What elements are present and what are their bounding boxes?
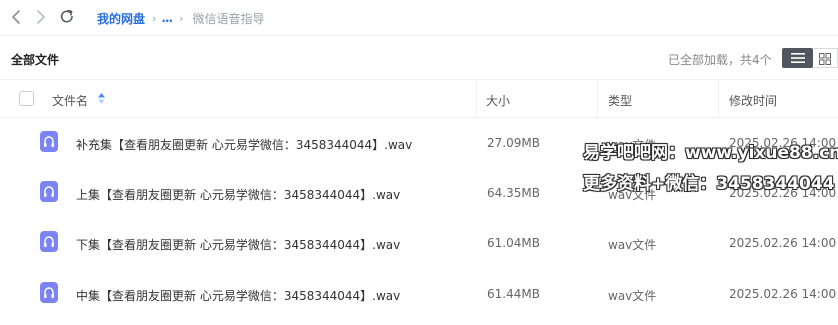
top-navigation-bar: 我的网盘 › ... › 微信语音指导 — [0, 0, 838, 36]
file-modified-time: 2025.02.26 14:00 — [729, 186, 837, 200]
column-header-size[interactable]: 大小 — [486, 92, 510, 109]
file-modified-time: 2025.02.26 14:00 — [729, 287, 837, 301]
select-all-checkbox[interactable] — [19, 91, 34, 106]
table-row[interactable]: 补充集【查看朋友圈更新 心元易学微信：3458344044】.wav 27.09… — [0, 119, 838, 169]
file-name[interactable]: 下集【查看朋友圈更新 心元易学微信：3458344044】.wav — [76, 236, 400, 253]
column-divider — [718, 80, 719, 118]
column-header-name[interactable]: 文件名 — [52, 92, 88, 109]
list-view-icon — [790, 53, 805, 63]
breadcrumb-current: 微信语音指导 — [192, 11, 265, 26]
column-header-type[interactable]: 类型 — [608, 92, 632, 109]
table-row[interactable]: 中集【查看朋友圈更新 心元易学微信：3458344044】.wav 61.44M… — [0, 270, 838, 320]
file-modified-time: 2025.02.26 14:00 — [729, 136, 837, 150]
table-row[interactable]: 下集【查看朋友圈更新 心元易学微信：3458344044】.wav 61.04M… — [0, 219, 838, 269]
forward-icon[interactable] — [31, 8, 49, 26]
file-size: 61.04MB — [487, 236, 540, 250]
file-type: wav文件 — [608, 188, 657, 202]
sort-icon[interactable] — [97, 92, 106, 106]
file-name[interactable]: 上集【查看朋友圈更新 心元易学微信：3458344044】.wav — [76, 186, 400, 203]
breadcrumb: 我的网盘 › ... › 微信语音指导 — [97, 10, 265, 26]
load-status-text: 已全部加载，共4个 — [668, 53, 772, 67]
grid-view-button[interactable] — [813, 48, 838, 68]
breadcrumb-root-link[interactable]: 我的网盘 — [97, 10, 145, 27]
table-row[interactable]: 上集【查看朋友圈更新 心元易学微信：3458344044】.wav 64.35M… — [0, 169, 838, 219]
file-name[interactable]: 中集【查看朋友圈更新 心元易学微信：3458344044】.wav — [76, 287, 400, 304]
file-name[interactable]: 补充集【查看朋友圈更新 心元易学微信：3458344044】.wav — [76, 136, 412, 153]
file-type: wav文件 — [608, 238, 657, 252]
file-size: 64.35MB — [487, 186, 540, 200]
breadcrumb-separator: › — [179, 11, 184, 25]
back-icon[interactable] — [8, 8, 26, 26]
file-size: 27.09MB — [487, 136, 540, 150]
file-type: wav文件 — [608, 138, 657, 152]
audio-file-icon — [40, 181, 58, 202]
audio-file-icon — [40, 231, 58, 252]
list-view-button[interactable] — [782, 48, 813, 68]
grid-view-icon — [819, 53, 831, 65]
page-title: 全部文件 — [11, 53, 60, 67]
audio-file-icon — [40, 282, 58, 303]
column-header-time[interactable]: 修改时间 — [729, 92, 777, 109]
audio-file-icon — [40, 131, 58, 152]
file-size: 61.44MB — [487, 287, 540, 301]
refresh-icon[interactable] — [58, 8, 76, 26]
column-divider — [597, 80, 598, 118]
list-header-bar: 全部文件 已全部加载，共4个 — [0, 36, 838, 79]
file-type: wav文件 — [608, 289, 657, 303]
file-manager-window: 我的网盘 › ... › 微信语音指导 全部文件 已全部加载，共4个 文件名 大… — [0, 0, 838, 325]
breadcrumb-separator: › — [152, 11, 157, 25]
table-header: 文件名 大小 类型 修改时间 — [0, 79, 838, 118]
breadcrumb-ellipsis-link[interactable]: ... — [161, 11, 173, 25]
file-modified-time: 2025.02.26 14:00 — [729, 236, 837, 250]
column-divider — [476, 80, 477, 118]
